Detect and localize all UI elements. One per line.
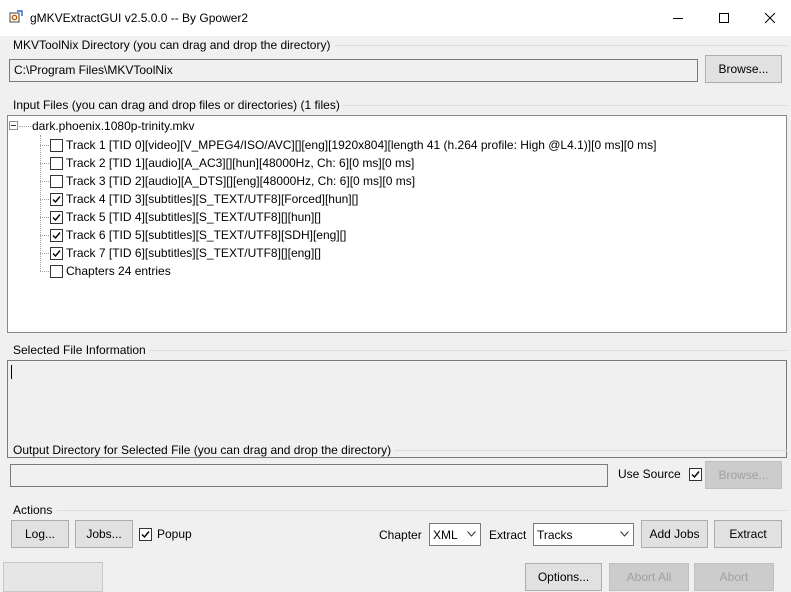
checkmark-icon: [52, 231, 61, 239]
popup-checkbox[interactable]: Popup: [139, 527, 192, 541]
add-jobs-button[interactable]: Add Jobs: [641, 520, 708, 548]
tree-connector: [40, 271, 49, 272]
track-checkbox[interactable]: [50, 156, 63, 170]
output-browse-button[interactable]: Browse...: [705, 461, 782, 489]
tree-track-item[interactable]: Track 7 [TID 6][subtitles][S_TEXT/UTF8][…: [50, 244, 321, 262]
track-checkbox[interactable]: [50, 246, 63, 260]
chapter-label: Chapter: [379, 528, 422, 542]
use-source-label: Use Source: [618, 467, 681, 481]
mkvtoolnix-group-label: MKVToolNix Directory (you can drag and d…: [13, 38, 331, 52]
mkvtoolnix-browse-button[interactable]: Browse...: [705, 55, 782, 83]
app-icon: [9, 10, 23, 24]
track-label: Track 1 [TID 0][video][V_MPEG4/ISO/AVC][…: [66, 138, 657, 152]
group-divider: [149, 350, 787, 351]
checkmark-icon: [691, 470, 700, 478]
tree-connector: [40, 145, 49, 146]
close-icon: [765, 13, 775, 23]
file-name-label: dark.phoenix.1080p-trinity.mkv: [32, 119, 195, 133]
checkmark-icon: [52, 213, 61, 221]
output-group-label: Output Directory for Selected File (you …: [13, 443, 392, 457]
tree-track-item[interactable]: Track 1 [TID 0][video][V_MPEG4/ISO/AVC][…: [50, 136, 656, 154]
chevron-down-icon: [620, 531, 629, 537]
tree-track-item[interactable]: Track 5 [TID 4][subtitles][S_TEXT/UTF8][…: [50, 208, 321, 226]
use-source-check-box[interactable]: [688, 467, 702, 481]
track-label: Chapters 24 entries: [66, 264, 171, 278]
progress-status-box: [3, 562, 103, 592]
log-button[interactable]: Log...: [11, 520, 69, 548]
chapter-type-select[interactable]: XML: [429, 523, 481, 546]
extract-mode-select[interactable]: Tracks: [533, 523, 634, 546]
extract-button[interactable]: Extract: [714, 520, 782, 548]
tree-connector: [40, 253, 49, 254]
checkmark-icon: [52, 249, 61, 257]
tree-connector: [40, 199, 49, 200]
tree-track-item[interactable]: Chapters 24 entries: [50, 262, 171, 280]
tree-track-item[interactable]: Track 4 [TID 3][subtitles][S_TEXT/UTF8][…: [50, 190, 358, 208]
checkmark-icon: [141, 530, 150, 538]
tree-track-item[interactable]: Track 6 [TID 5][subtitles][S_TEXT/UTF8][…: [50, 226, 346, 244]
tree-file-node[interactable]: dark.phoenix.1080p-trinity.mkv: [32, 117, 195, 135]
maximize-button[interactable]: [701, 0, 747, 36]
popup-check-box[interactable]: [139, 527, 152, 541]
actions-group-label: Actions: [13, 503, 53, 517]
track-checkbox[interactable]: [50, 192, 63, 206]
track-label: Track 2 [TID 1][audio][A_AC3][][hun][480…: [66, 156, 415, 170]
track-checkbox[interactable]: [50, 228, 63, 242]
minimize-icon: [673, 18, 683, 19]
abort-button[interactable]: Abort: [694, 563, 774, 591]
tree-track-item[interactable]: Track 2 [TID 1][audio][A_AC3][][hun][480…: [50, 154, 414, 172]
tree-connector: [40, 217, 49, 218]
track-label: Track 7 [TID 6][subtitles][S_TEXT/UTF8][…: [66, 246, 321, 260]
abort-all-button[interactable]: Abort All: [609, 563, 689, 591]
output-path-field[interactable]: [10, 464, 608, 487]
track-label: Track 4 [TID 3][subtitles][S_TEXT/UTF8][…: [66, 192, 359, 206]
jobs-button[interactable]: Jobs...: [75, 520, 133, 548]
track-checkbox[interactable]: [50, 174, 63, 188]
track-label: Track 3 [TID 2][audio][A_DTS][][eng][480…: [66, 174, 416, 188]
tree-connector: [40, 235, 49, 236]
track-label: Track 5 [TID 4][subtitles][S_TEXT/UTF8][…: [66, 210, 321, 224]
tree-connector: [19, 126, 31, 127]
track-checkbox[interactable]: [50, 210, 63, 224]
chapter-type-value: XML: [433, 527, 458, 542]
checkmark-icon: [52, 195, 61, 203]
window-title: gMKVExtractGUI v2.5.0.0 -- By Gpower2: [30, 11, 249, 25]
group-divider: [394, 450, 787, 451]
popup-label: Popup: [157, 527, 192, 541]
maximize-icon: [719, 13, 729, 23]
tree-collapse-toggle[interactable]: [9, 121, 18, 130]
tree-track-item[interactable]: Track 3 [TID 2][audio][A_DTS][][eng][480…: [50, 172, 415, 190]
input-files-group-label: Input Files (you can drag and drop files…: [13, 98, 340, 112]
mkvtoolnix-path-field[interactable]: C:\Program Files\MKVToolNix: [9, 59, 698, 82]
track-label: Track 6 [TID 5][subtitles][S_TEXT/UTF8][…: [66, 228, 347, 242]
close-button[interactable]: [747, 0, 791, 36]
selected-info-group-label: Selected File Information: [13, 343, 146, 357]
group-divider: [57, 510, 787, 511]
use-source-checkbox[interactable]: Use Source: [618, 467, 705, 481]
tree-connector: [40, 135, 41, 271]
tree-connector: [40, 181, 49, 182]
minimize-button[interactable]: [655, 0, 701, 36]
track-checkbox[interactable]: [50, 138, 63, 152]
text-caret: [11, 365, 12, 379]
options-button[interactable]: Options...: [525, 563, 602, 591]
extract-mode-label: Extract: [489, 528, 527, 542]
group-divider: [335, 45, 787, 46]
group-divider: [342, 105, 787, 106]
track-checkbox[interactable]: [50, 264, 63, 278]
chevron-down-icon: [467, 531, 476, 537]
extract-mode-value: Tracks: [537, 527, 573, 542]
tree-connector: [40, 163, 49, 164]
